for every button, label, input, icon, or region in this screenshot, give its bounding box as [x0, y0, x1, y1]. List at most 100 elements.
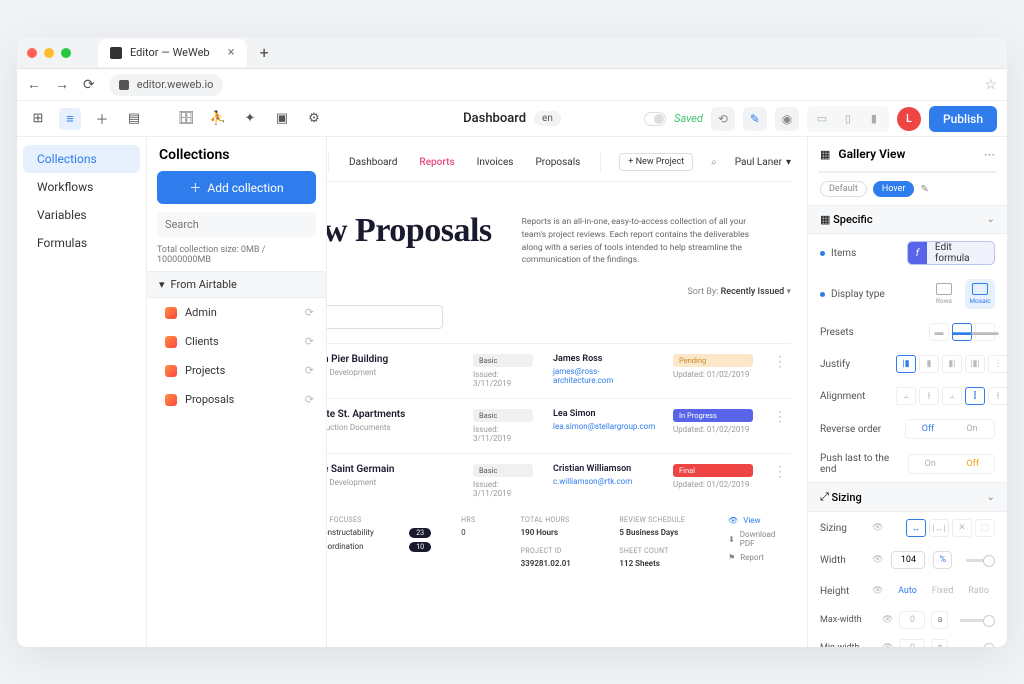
page-icon[interactable]: ▤	[123, 108, 145, 130]
tablet-icon[interactable]: ▯	[836, 109, 860, 129]
section-sizing[interactable]: ⤢ Sizing⌄	[808, 482, 1007, 512]
collection-row[interactable]: Admin⟳	[147, 298, 326, 327]
row-menu-icon[interactable]: ⋮	[773, 354, 791, 370]
justify-end[interactable]: ▮|	[942, 355, 962, 373]
proposal-row[interactable]: e Saint Germainn Development BasicIssued…	[327, 453, 791, 508]
justify-start[interactable]: |▮	[896, 355, 916, 373]
proposal-row[interactable]: h Pier Buildingn Development BasicIssued…	[327, 343, 791, 398]
nav-formulas[interactable]: Formulas	[23, 229, 140, 257]
tree-icon[interactable]: ≡	[59, 108, 81, 130]
edit-states-icon[interactable]: ✎	[920, 184, 928, 195]
gear-icon[interactable]: ⚙	[303, 108, 325, 130]
sync-icon[interactable]: ⟲	[711, 107, 735, 131]
justify-between[interactable]: |▮|	[965, 355, 985, 373]
justify-center[interactable]: ▮	[919, 355, 939, 373]
style-tab[interactable]: ✎	[819, 172, 878, 173]
collection-row[interactable]: Proposals⟳	[147, 385, 326, 414]
eye-off-icon[interactable]: 👁	[872, 523, 883, 533]
toggle-switch[interactable]	[644, 112, 666, 126]
desktop-icon[interactable]: ▭	[810, 109, 834, 129]
search-input[interactable]	[157, 212, 316, 237]
preset-2[interactable]: ▬▬	[952, 323, 972, 341]
database-icon[interactable]: 🗄	[175, 108, 197, 130]
collection-row[interactable]: Clients⟳	[147, 327, 326, 356]
search-icon[interactable]: ⌕	[711, 157, 717, 168]
settings-tab[interactable]: ⫲	[878, 172, 937, 173]
address-bar[interactable]: editor.weweb.io	[109, 74, 224, 96]
add-icon[interactable]: ＋	[91, 108, 113, 130]
width-unit[interactable]: %	[933, 551, 952, 569]
close-icon[interactable]: ×	[228, 45, 235, 60]
tab-invoices[interactable]: Invoices	[475, 157, 516, 168]
minwidth-unit[interactable]: a	[931, 639, 948, 647]
sort-control[interactable]: Sort By: Recently Issued ▾	[327, 287, 791, 297]
align-stretch[interactable]: ⫿	[965, 387, 985, 405]
refresh-icon[interactable]: ⟳	[305, 306, 314, 319]
eye-off-icon[interactable]: 👁	[872, 586, 883, 596]
state-default[interactable]: Default	[820, 181, 867, 197]
preview-icon[interactable]: ◉	[775, 107, 799, 131]
reload-icon[interactable]: ⟳	[83, 77, 95, 93]
traffic-light-close[interactable]	[27, 48, 37, 58]
view-link[interactable]: 👁 View	[728, 516, 791, 525]
eye-off-icon[interactable]: 👁	[872, 555, 883, 565]
bookmark-icon[interactable]: ☆	[984, 77, 997, 93]
size-opt-3[interactable]: ✕	[952, 519, 972, 537]
reverse-toggle[interactable]: OffOn	[905, 419, 995, 439]
traffic-light-min[interactable]	[44, 48, 54, 58]
collection-row[interactable]: Projects⟳	[147, 356, 326, 385]
browser-tab[interactable]: Editor — WeWeb ×	[98, 39, 247, 67]
align-baseline[interactable]: ⫲	[988, 387, 1007, 405]
height-auto[interactable]: Auto	[892, 583, 923, 599]
edit-icon[interactable]: ✎	[743, 107, 767, 131]
row-menu-icon[interactable]: ⋮	[773, 409, 791, 425]
eye-off-icon[interactable]: 👁	[882, 615, 893, 625]
refresh-icon[interactable]: ⟳	[305, 393, 314, 406]
preset-1[interactable]: ▬	[929, 323, 949, 341]
minwidth-slider[interactable]	[960, 647, 995, 648]
maxwidth-unit[interactable]: a	[931, 611, 948, 629]
minwidth-input[interactable]	[899, 639, 925, 647]
grid-icon[interactable]: ⊞	[27, 108, 49, 130]
preset-3[interactable]: ▬▬▬	[975, 323, 995, 341]
report-link[interactable]: ⚑ Report	[728, 553, 791, 562]
avatar[interactable]: L	[897, 107, 921, 131]
mobile-icon[interactable]: ▮	[862, 109, 886, 129]
align-end[interactable]: ⫠	[942, 387, 962, 405]
new-tab-button[interactable]: +	[260, 43, 269, 62]
users-icon[interactable]: ⛹	[207, 108, 229, 130]
state-hover[interactable]: Hover	[873, 181, 915, 197]
tab-reports[interactable]: Reports	[417, 157, 456, 168]
language-pill[interactable]: en	[534, 111, 561, 126]
tab-dashboard[interactable]: Dashboard	[347, 157, 399, 168]
display-mosaic[interactable]: Mosaic	[965, 279, 995, 309]
tab-proposals[interactable]: Proposals	[533, 157, 582, 168]
section-specific[interactable]: ▦ Specific⌄	[808, 205, 1007, 234]
push-last-toggle[interactable]: OnOff	[908, 454, 995, 474]
eye-off-icon[interactable]: 👁	[882, 643, 893, 647]
user-menu[interactable]: Paul Laner ▾	[735, 157, 791, 168]
more-icon[interactable]: ⋯	[984, 148, 995, 161]
forward-icon[interactable]: →	[55, 76, 69, 93]
display-rows[interactable]: Rows	[929, 279, 959, 309]
row-menu-icon[interactable]: ⋮	[773, 464, 791, 480]
filter-input[interactable]	[327, 305, 443, 329]
back-icon[interactable]: ←	[27, 76, 41, 93]
traffic-light-max[interactable]	[61, 48, 71, 58]
refresh-icon[interactable]: ⟳	[305, 335, 314, 348]
publish-button[interactable]: Publish	[929, 106, 997, 132]
height-ratio[interactable]: Ratio	[962, 583, 995, 599]
maxwidth-input[interactable]	[899, 611, 925, 629]
actions-tab[interactable]: ⚡	[937, 172, 996, 173]
width-slider[interactable]	[966, 559, 995, 562]
nav-variables[interactable]: Variables	[23, 201, 140, 229]
new-project-button[interactable]: + New Project	[619, 153, 693, 171]
justify-around[interactable]: ⋮	[988, 355, 1007, 373]
proposal-row[interactable]: tte St. Apartmentsruction Documents Basi…	[327, 398, 791, 453]
width-input[interactable]	[891, 551, 925, 569]
plugin-icon[interactable]: ✦	[239, 108, 261, 130]
align-start[interactable]: ⫠	[896, 387, 916, 405]
image-icon[interactable]: ▣	[271, 108, 293, 130]
add-collection-button[interactable]: ＋Add collection	[157, 171, 316, 204]
refresh-icon[interactable]: ⟳	[305, 364, 314, 377]
